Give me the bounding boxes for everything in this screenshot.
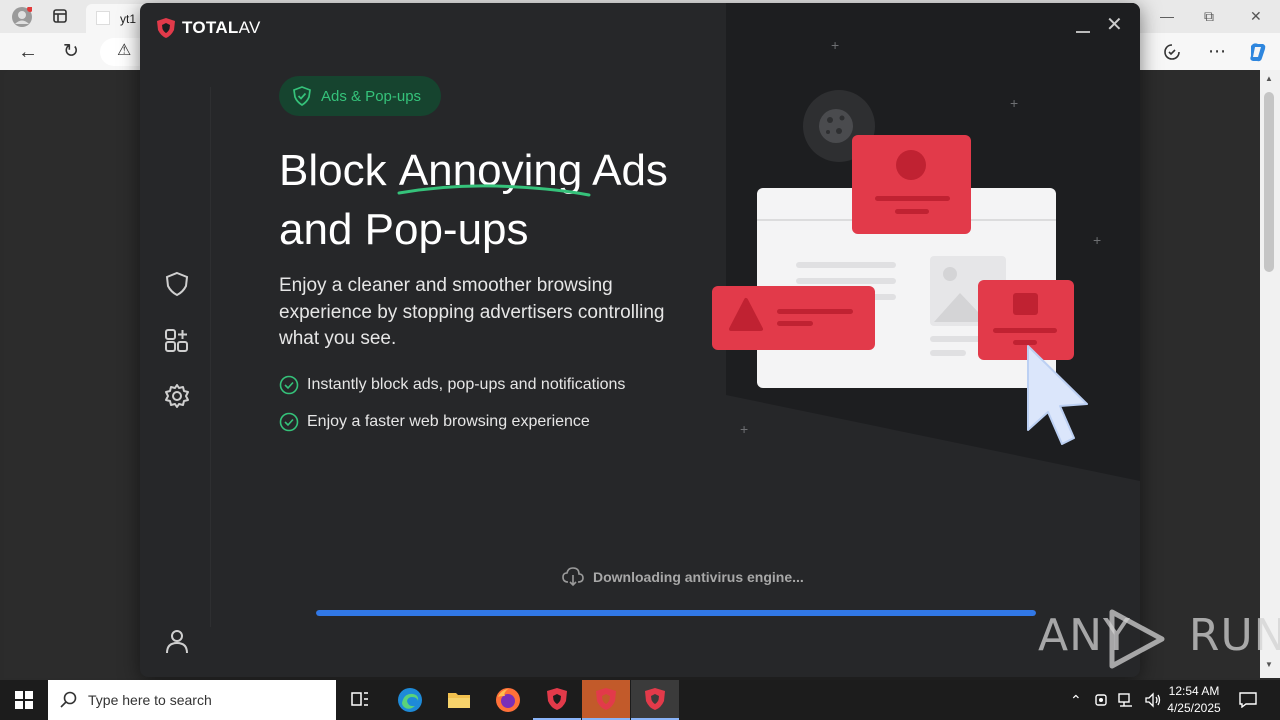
notification-icon	[1239, 692, 1257, 708]
sidebar-divider	[210, 87, 211, 627]
network-icon[interactable]	[1118, 693, 1134, 707]
tab-favicon	[96, 11, 110, 25]
refresh-icon[interactable]: ↻	[63, 42, 79, 61]
edge-icon	[398, 688, 422, 712]
check-circle-icon	[279, 412, 299, 432]
extensions-icon[interactable]	[1163, 43, 1181, 65]
folder-icon	[448, 693, 470, 708]
subtitle: Enjoy a cleaner and smoother browsing ex…	[279, 275, 665, 349]
brand-name: TOTALAV	[182, 18, 261, 37]
settings-icon[interactable]	[162, 381, 192, 411]
pill-label: Ads & Pop-ups	[321, 87, 422, 105]
profile-icon[interactable]	[12, 6, 33, 31]
file-explorer-taskbar-app[interactable]	[435, 680, 483, 720]
security-tray-icon[interactable]	[1094, 693, 1108, 707]
play-logo-icon	[1109, 609, 1165, 669]
restore-icon[interactable]: ⧉	[1204, 8, 1214, 25]
totalav-shield-icon	[596, 688, 616, 710]
clock-date: 4/25/2025	[1167, 701, 1221, 715]
account-icon[interactable]	[162, 626, 192, 656]
scroll-up-icon[interactable]: ▲	[1265, 74, 1273, 83]
totalav-taskbar-app[interactable]	[533, 680, 581, 720]
scrollbar-thumb[interactable]	[1264, 92, 1274, 272]
search-icon	[60, 691, 77, 708]
taskbar: Type here to search ⌃ 12:54 AM 4/25/2025	[0, 680, 1280, 720]
shield-check-icon	[293, 86, 311, 106]
copilot-icon[interactable]	[1246, 40, 1270, 68]
totalav-logo: TOTALAV	[156, 17, 261, 39]
headline-highlight: Annoying	[397, 141, 591, 200]
anyrun-watermark: ANY RUN	[1038, 609, 1280, 669]
ad-popup-card	[712, 286, 875, 350]
ad-popup-card	[852, 135, 971, 234]
clock-time: 12:54 AM	[1168, 684, 1220, 698]
notifications-button[interactable]	[1228, 680, 1268, 720]
scroll-down-icon[interactable]: ▼	[1265, 660, 1273, 669]
tab-actions-icon[interactable]	[53, 9, 67, 27]
feature-text: Enjoy a faster web browsing experience	[307, 413, 590, 430]
totalav-installer-taskbar-app[interactable]	[582, 680, 630, 720]
minimize-icon[interactable]: —	[1160, 8, 1174, 24]
download-progress-bar	[316, 610, 1036, 616]
feature-item: Instantly block ads, pop-ups and notific…	[279, 375, 625, 395]
scrollbar[interactable]: ▲ ▼	[1260, 70, 1280, 678]
ad-popup-card	[978, 280, 1074, 360]
task-view-button[interactable]	[336, 680, 384, 720]
search-placeholder: Type here to search	[88, 692, 212, 708]
totalav-shield-icon	[645, 688, 665, 710]
ad-blocking-illustration	[712, 90, 1088, 445]
more-icon[interactable]: ⋯	[1208, 42, 1226, 60]
underline-swoosh-icon	[397, 184, 591, 197]
taskbar-clock[interactable]: 12:54 AM 4/25/2025	[1158, 683, 1230, 717]
progress-fill	[316, 610, 1036, 616]
cloud-download-icon	[562, 567, 584, 587]
page-title: Block Annoying Ads and Pop-ups	[279, 141, 739, 259]
firefox-taskbar-app[interactable]	[484, 680, 532, 720]
shield-icon[interactable]	[162, 269, 192, 299]
app-close-button[interactable]: ✕	[1106, 15, 1123, 35]
feature-text: Instantly block ads, pop-ups and notific…	[307, 376, 626, 393]
edge-taskbar-app[interactable]	[386, 680, 434, 720]
close-icon[interactable]: ✕	[1250, 8, 1262, 25]
system-tray: ⌃	[1070, 680, 1162, 720]
task-view-icon	[351, 692, 368, 706]
download-status: Downloading antivirus engine...	[562, 567, 804, 587]
apps-add-icon[interactable]	[162, 325, 192, 355]
show-hidden-icons-icon[interactable]: ⌃	[1070, 692, 1082, 709]
firefox-icon	[496, 688, 520, 712]
warning-icon[interactable]: ⚠	[117, 43, 131, 59]
totalav-window: TOTALAV ✕ Ads & Pop-ups Block Annoying A…	[140, 3, 1140, 677]
sparkle-icon: +	[831, 37, 840, 53]
check-circle-icon	[279, 375, 299, 395]
cursor-icon	[1027, 345, 1088, 445]
windows-icon	[15, 691, 33, 709]
totalav-active-taskbar-app[interactable]	[631, 680, 679, 720]
status-text: Downloading antivirus engine...	[593, 569, 804, 585]
back-icon[interactable]: ←	[18, 42, 38, 62]
taskbar-search[interactable]: Type here to search	[48, 680, 336, 720]
app-minimize-button[interactable]	[1076, 31, 1090, 33]
totalav-shield-icon	[157, 18, 175, 38]
tab-title: yt1	[120, 12, 137, 26]
feature-item: Enjoy a faster web browsing experience	[279, 412, 590, 432]
start-button[interactable]	[0, 680, 48, 720]
totalav-shield-icon	[547, 688, 567, 710]
feature-pill: Ads & Pop-ups	[279, 76, 441, 116]
